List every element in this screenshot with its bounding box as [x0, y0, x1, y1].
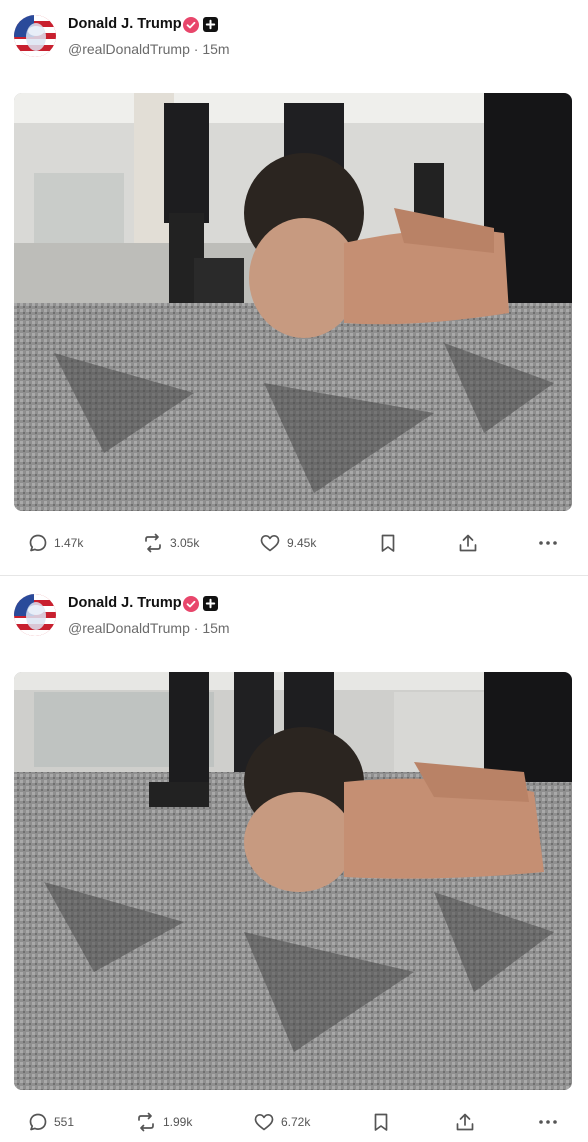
- verified-badge-icon: [183, 596, 199, 612]
- post-time[interactable]: 15m: [202, 620, 229, 636]
- separator: ·: [193, 620, 199, 636]
- post-divider: [0, 575, 588, 576]
- repost-button[interactable]: 3.05k: [142, 530, 199, 556]
- plus-badge-icon: [203, 596, 218, 611]
- author-name[interactable]: Donald J. Trump: [68, 16, 182, 32]
- more-icon: [539, 541, 557, 545]
- repost-icon: [138, 1112, 154, 1132]
- post-image[interactable]: [14, 672, 572, 1090]
- post-actions: 1.47k 3.05k 9.45k: [0, 530, 588, 556]
- bookmark-button[interactable]: [372, 1109, 390, 1135]
- more-button[interactable]: [537, 530, 559, 556]
- like-count: 9.45k: [287, 536, 317, 550]
- bookmark-icon: [381, 534, 395, 552]
- avatar[interactable]: [14, 15, 56, 57]
- reply-count: 551: [54, 1115, 75, 1129]
- handle-row: @realDonaldTrump · 15m: [68, 41, 230, 57]
- post-image[interactable]: [14, 93, 572, 511]
- repost-button[interactable]: 1.99k: [135, 1109, 192, 1135]
- post-actions: 551 1.99k 6.72k: [0, 1109, 588, 1135]
- post-time[interactable]: 15m: [202, 41, 229, 57]
- repost-count: 3.05k: [170, 536, 200, 550]
- repost-icon: [145, 533, 161, 553]
- share-button[interactable]: [457, 530, 479, 556]
- author-name[interactable]: Donald J. Trump: [68, 595, 182, 611]
- share-button[interactable]: [454, 1109, 476, 1135]
- verified-badge-icon: [183, 17, 199, 33]
- reply-button[interactable]: 1.47k: [28, 530, 83, 556]
- like-button[interactable]: 6.72k: [253, 1109, 310, 1135]
- reply-icon: [29, 534, 47, 552]
- like-icon: [260, 534, 280, 552]
- reply-icon: [29, 1113, 47, 1131]
- bookmark-icon: [374, 1113, 388, 1131]
- author-handle[interactable]: @realDonaldTrump: [68, 620, 190, 636]
- author-handle[interactable]: @realDonaldTrump: [68, 41, 190, 57]
- share-icon: [456, 1113, 474, 1131]
- plus-badge-icon: [203, 17, 218, 32]
- avatar[interactable]: [14, 594, 56, 636]
- separator: ·: [193, 41, 199, 57]
- like-icon: [254, 1113, 274, 1131]
- repost-count: 1.99k: [163, 1115, 193, 1129]
- like-count: 6.72k: [281, 1115, 311, 1129]
- handle-row: @realDonaldTrump · 15m: [68, 620, 230, 636]
- like-button[interactable]: 9.45k: [259, 530, 316, 556]
- reply-button[interactable]: 551: [28, 1109, 74, 1135]
- reply-count: 1.47k: [54, 536, 84, 550]
- more-icon: [539, 1120, 557, 1124]
- share-icon: [459, 534, 477, 552]
- bookmark-button[interactable]: [379, 530, 397, 556]
- more-button[interactable]: [537, 1109, 559, 1135]
